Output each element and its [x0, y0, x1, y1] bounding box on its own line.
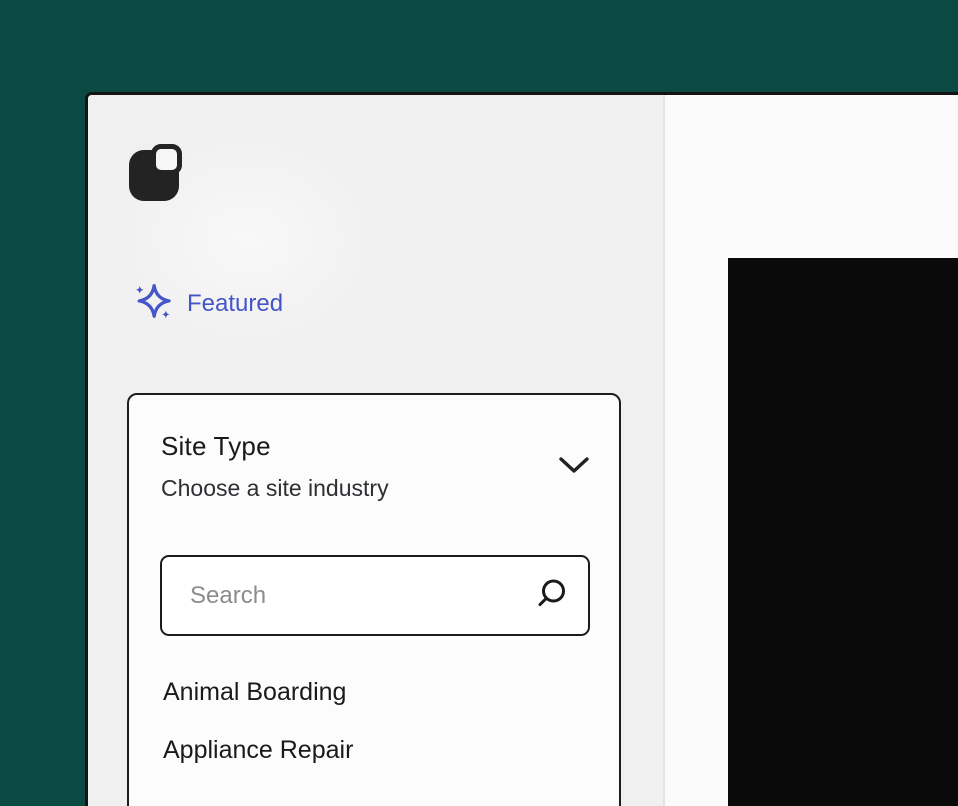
- search-box: [160, 555, 590, 636]
- preview-area: [665, 95, 958, 806]
- sidebar-item-label: Featured: [187, 290, 283, 318]
- logo-square-light: [151, 144, 182, 175]
- list-item-industry[interactable]: Animal Boarding: [163, 677, 589, 707]
- app-logo-icon: [129, 144, 183, 201]
- site-type-card: Site Type Choose a site industry Animal …: [127, 393, 621, 806]
- site-type-header[interactable]: Site Type Choose a site industry: [129, 395, 619, 502]
- sidebar-item-featured[interactable]: Featured: [130, 281, 283, 327]
- card-subtitle: Choose a site industry: [161, 475, 549, 502]
- chevron-down-icon: [557, 455, 591, 476]
- industry-list: Animal Boarding Appliance Repair: [163, 677, 589, 793]
- card-title: Site Type: [161, 431, 549, 461]
- site-preview-placeholder: [728, 258, 958, 806]
- list-item-industry[interactable]: Appliance Repair: [163, 735, 589, 765]
- site-setup-panel: Featured Site Type Choose a site industr…: [85, 92, 958, 806]
- onboarding-screen: Featured Site Type Choose a site industr…: [0, 0, 958, 806]
- sparkles-icon: [130, 281, 176, 327]
- search-input[interactable]: [160, 555, 590, 636]
- sidebar: Featured Site Type Choose a site industr…: [88, 95, 665, 806]
